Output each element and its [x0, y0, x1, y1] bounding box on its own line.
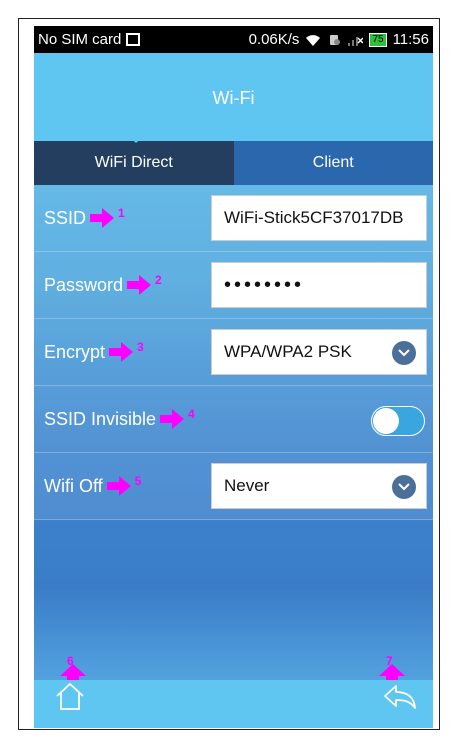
arrow-right-icon	[160, 409, 185, 429]
arrow-right-icon	[106, 476, 131, 496]
page-title: Wi-Fi	[212, 87, 255, 108]
encrypt-row: Encrypt 3 WPA/WPA2 PSK	[34, 319, 433, 386]
chevron-down-icon[interactable]	[392, 475, 416, 499]
arrow-right-icon	[109, 342, 134, 362]
annotation-marker: 3	[137, 339, 144, 354]
tab-wifi-direct[interactable]: WiFi Direct	[34, 141, 234, 185]
ssid-label: SSID	[44, 207, 87, 228]
battery-icon: 75	[369, 32, 387, 47]
back-button[interactable]	[383, 682, 417, 717]
password-input[interactable]: ••••••••	[211, 262, 427, 308]
carrier-text: No SIM card	[38, 31, 122, 48]
vibrate-icon	[330, 34, 341, 45]
wifi-off-select[interactable]: Never	[211, 463, 427, 509]
annotation-marker: 5	[134, 473, 142, 488]
ssid-invisible-label: SSID Invisible	[44, 408, 157, 429]
home-button[interactable]	[54, 682, 86, 717]
annotation-marker: 6	[67, 654, 74, 668]
status-bar: No SIM card 0.06K/s 75 11:56	[34, 26, 433, 53]
annotation-marker: 4	[188, 406, 195, 421]
back-arrow-icon	[384, 685, 416, 709]
title-bar: Wi-Fi	[34, 53, 433, 141]
toggle-knob	[373, 408, 399, 434]
wifi-off-row: Wifi Off 5 Never	[34, 453, 433, 520]
annotation-marker: 2	[155, 272, 162, 287]
wifi-off-label: Wifi Off	[44, 475, 103, 496]
ssid-input[interactable]: WiFi-Stick5CF37017DB	[211, 195, 427, 241]
arrow-right-icon	[90, 208, 115, 228]
tab-client[interactable]: Client	[233, 141, 433, 185]
chevron-down-icon[interactable]	[392, 341, 416, 365]
cell-signal-icon	[348, 36, 364, 46]
screenshot-frame: No SIM card 0.06K/s 75 11:56 Wi-Fi WiFi …	[18, 18, 440, 730]
network-speed: 0.06K/s	[248, 31, 300, 48]
home-icon	[56, 682, 84, 710]
encrypt-value: WPA/WPA2 PSK	[224, 342, 352, 361]
annotation-marker: 1	[118, 205, 125, 220]
tab-bar: WiFi Direct Client	[34, 141, 433, 185]
clock: 11:56	[392, 31, 429, 48]
annotation-marker: 7	[386, 654, 393, 668]
ssid-invisible-row: SSID Invisible 4	[34, 386, 433, 453]
gallery-notification-icon	[126, 33, 141, 46]
encrypt-select[interactable]: WPA/WPA2 PSK	[211, 329, 427, 375]
wifi-off-value: Never	[224, 476, 270, 495]
active-tab-indicator	[126, 134, 146, 143]
settings-form: SSID 1 WiFi-Stick5CF37017DB Password 2 •…	[34, 185, 433, 520]
encrypt-label: Encrypt	[44, 341, 106, 362]
password-label: Password	[44, 274, 124, 295]
arrow-right-icon	[127, 275, 152, 295]
bottom-bar	[34, 680, 433, 728]
status-right: 0.06K/s 75 11:56	[249, 31, 429, 48]
password-row: Password 2 ••••••••	[34, 252, 433, 319]
phone-screen: No SIM card 0.06K/s 75 11:56 Wi-Fi WiFi …	[34, 26, 433, 728]
wifi-signal-icon	[306, 34, 321, 46]
ssid-invisible-toggle[interactable]	[371, 406, 425, 436]
ssid-row: SSID 1 WiFi-Stick5CF37017DB	[34, 185, 433, 252]
